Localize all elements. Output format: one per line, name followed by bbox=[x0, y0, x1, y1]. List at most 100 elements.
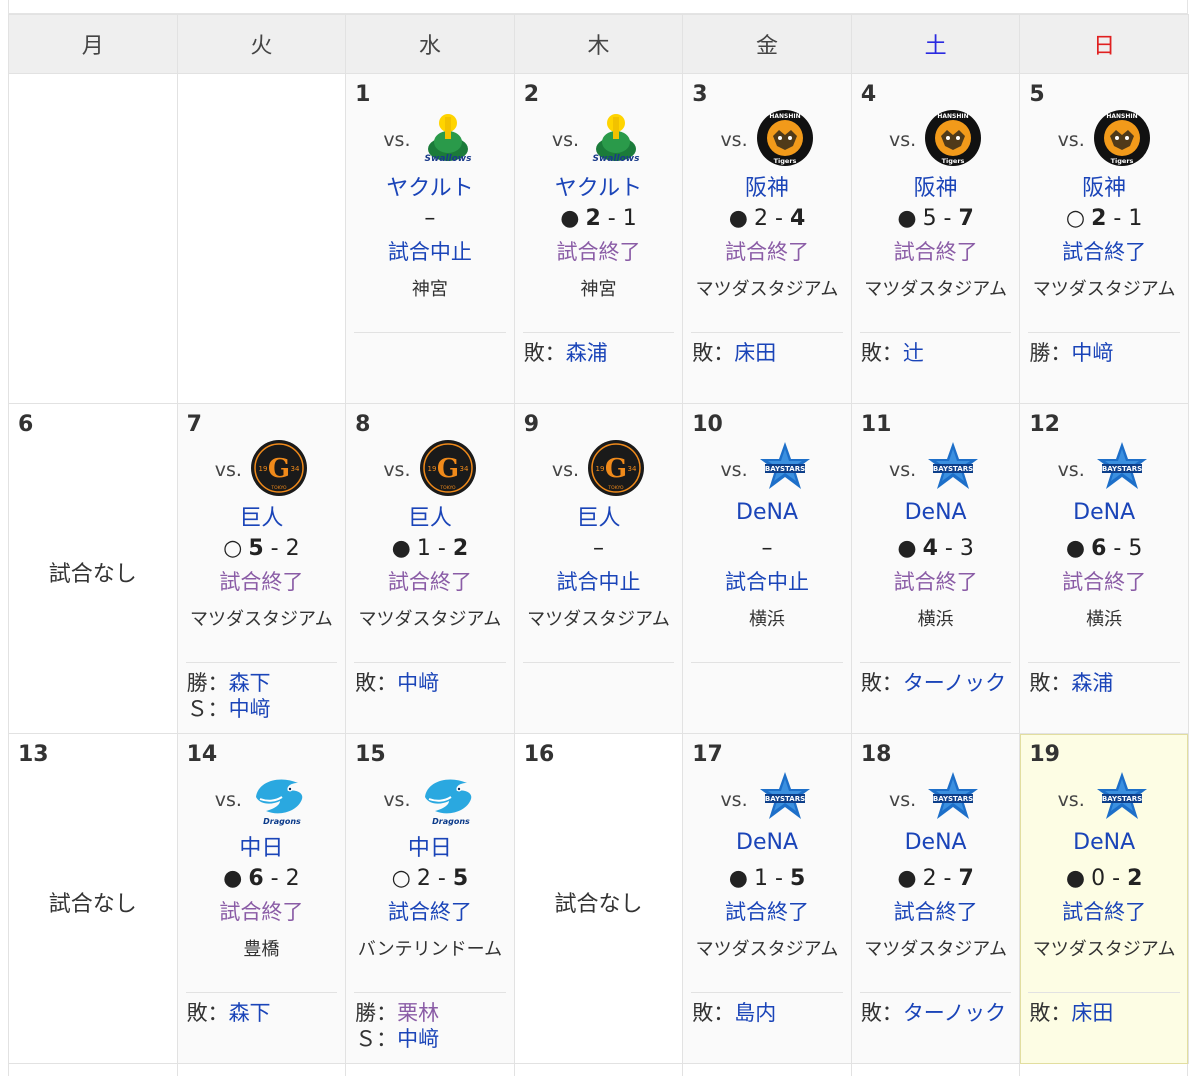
swallows-logo-icon[interactable]: Swallows bbox=[587, 109, 645, 167]
pitcher-name-link[interactable]: 森下 bbox=[229, 671, 271, 695]
baystars-logo-icon[interactable]: BAYSTARS bbox=[1093, 439, 1151, 497]
day-cell-content: 2 vs. Swallows ヤクルト ● 2 - 1 試合終了 神宮 敗：森浦 bbox=[515, 74, 683, 403]
opponent-team-link[interactable]: 阪神 bbox=[852, 170, 1020, 202]
opponent-team-link[interactable]: 中日 bbox=[178, 830, 346, 862]
pitcher-line: 敗：森下 bbox=[187, 1000, 338, 1026]
game-status-link[interactable]: 試合終了 bbox=[1020, 896, 1188, 926]
game-status-link[interactable]: 試合終了 bbox=[852, 566, 1020, 596]
vs-label: vs. bbox=[720, 129, 748, 151]
baystars-logo-icon[interactable]: BAYSTARS bbox=[1093, 769, 1151, 827]
pitcher-line: 敗：ターノック bbox=[861, 670, 1012, 696]
svg-text:Swallows: Swallows bbox=[593, 154, 641, 164]
baystars-logo-icon[interactable]: BAYSTARS bbox=[924, 769, 982, 827]
day-cell-content: 8 vs. G 19 34 TOKYO 巨人 ● 1 - 2 試合終了 マツダスタジアム 敗：中﨑 bbox=[346, 404, 514, 733]
giants-logo-icon[interactable]: G 19 34 TOKYO bbox=[587, 439, 645, 497]
day-cell-content: 9 vs. G 19 34 TOKYO 巨人 – 試合中止 マツダスタジアム bbox=[515, 404, 683, 733]
cell-divider bbox=[859, 662, 1012, 663]
opponent-team-link[interactable]: DeNA bbox=[683, 500, 851, 525]
svg-text:BAYSTARS: BAYSTARS bbox=[933, 465, 973, 473]
score-dash: – bbox=[592, 536, 604, 561]
pitcher-name-link[interactable]: ターノック bbox=[903, 671, 1006, 695]
pitcher-name-link[interactable]: 森浦 bbox=[566, 341, 608, 365]
venue-label: バンテリンドーム bbox=[357, 939, 503, 960]
cell-divider bbox=[691, 992, 843, 993]
vs-label: vs. bbox=[889, 459, 917, 481]
tigers-logo-icon[interactable]: HANSHIN Tigers bbox=[1093, 109, 1151, 167]
game-status-link[interactable]: 試合終了 bbox=[852, 896, 1020, 926]
day-number: 14 bbox=[186, 742, 218, 767]
pitcher-name-link[interactable]: 辻 bbox=[903, 341, 924, 365]
opponent-team-link[interactable]: 巨人 bbox=[346, 500, 514, 532]
giants-logo-icon[interactable]: G 19 34 TOKYO bbox=[419, 439, 477, 497]
opponent-team-link[interactable]: 中日 bbox=[346, 830, 514, 862]
weekday-mon: 月 bbox=[8, 14, 178, 74]
pitcher-results: 敗：ターノック bbox=[861, 1000, 1012, 1026]
baystars-logo-icon[interactable]: BAYSTARS bbox=[924, 439, 982, 497]
opponent-team-link[interactable]: DeNA bbox=[852, 830, 1020, 855]
pitcher-name-link[interactable]: 中﨑 bbox=[397, 671, 439, 695]
opponent-team-link[interactable]: 阪神 bbox=[683, 170, 851, 202]
opponent-team-link[interactable]: 巨人 bbox=[515, 500, 683, 532]
game-status-link[interactable]: 試合終了 bbox=[1020, 566, 1188, 596]
opponent-team-link[interactable]: DeNA bbox=[1020, 830, 1188, 855]
opponent-team-link[interactable]: DeNA bbox=[683, 830, 851, 855]
pitcher-name-link[interactable]: 床田 bbox=[734, 341, 776, 365]
tigers-logo-icon[interactable]: HANSHIN Tigers bbox=[924, 109, 982, 167]
score-home: 5 bbox=[922, 206, 937, 231]
baystars-logo-icon[interactable]: BAYSTARS bbox=[756, 439, 814, 497]
score-away: 1 bbox=[622, 206, 637, 231]
dragons-logo-icon[interactable]: Dragons bbox=[419, 769, 477, 827]
pitcher-name-link[interactable]: 中﨑 bbox=[397, 1027, 439, 1051]
score-home: 2 bbox=[585, 206, 601, 231]
score-line: – bbox=[515, 536, 683, 561]
game-status-link[interactable]: 試合終了 bbox=[683, 896, 851, 926]
calendar-page: 月 火 水 木 金 土 日 1 vs. Swallows ヤクルト – 試合中止 神宮 2 vs… bbox=[0, 0, 1196, 1076]
giants-logo-icon[interactable]: G 19 34 TOKYO bbox=[250, 439, 308, 497]
swallows-logo-icon[interactable]: Swallows bbox=[419, 109, 477, 167]
pitcher-name-link[interactable]: 床田 bbox=[1071, 1001, 1113, 1025]
baystars-logo-icon[interactable]: BAYSTARS bbox=[756, 769, 814, 827]
matchup-row: vs. BAYSTARS bbox=[852, 768, 1020, 828]
game-status-link[interactable]: 試合中止 bbox=[346, 236, 514, 266]
game-status-link[interactable]: 試合終了 bbox=[178, 566, 346, 596]
svg-text:34: 34 bbox=[459, 465, 468, 473]
game-status-link[interactable]: 試合終了 bbox=[346, 566, 514, 596]
pitcher-name-link[interactable]: 島内 bbox=[734, 1001, 776, 1025]
column-edge-line bbox=[176, 1064, 178, 1076]
pitcher-name-link[interactable]: 中﨑 bbox=[1071, 341, 1113, 365]
svg-text:TOKYO: TOKYO bbox=[270, 485, 287, 491]
game-status-link[interactable]: 試合中止 bbox=[515, 566, 683, 596]
opponent-team-link[interactable]: DeNA bbox=[1020, 500, 1188, 525]
score-line: ● 2 - 4 bbox=[728, 206, 806, 231]
game-status-link[interactable]: 試合終了 bbox=[178, 896, 346, 926]
game-status-link[interactable]: 試合終了 bbox=[683, 236, 851, 266]
pitcher-name-link[interactable]: ターノック bbox=[903, 1001, 1006, 1025]
game-status-link[interactable]: 試合中止 bbox=[683, 566, 851, 596]
opponent-team-link[interactable]: ヤクルト bbox=[346, 170, 514, 202]
game-status-link[interactable]: 試合終了 bbox=[346, 896, 514, 926]
tigers-logo-icon[interactable]: HANSHIN Tigers bbox=[756, 109, 814, 167]
pitcher-name-link[interactable]: 栗林 bbox=[397, 1001, 439, 1025]
game-status-link[interactable]: 試合終了 bbox=[1020, 236, 1188, 266]
pitcher-name-link[interactable]: 森下 bbox=[229, 1001, 271, 1025]
week-row: 1 vs. Swallows ヤクルト – 試合中止 神宮 2 vs. Swallows ヤクルト ●… bbox=[8, 73, 1189, 404]
svg-text:34: 34 bbox=[290, 465, 299, 473]
no-game-label: 試合なし bbox=[554, 892, 643, 917]
game-status-link[interactable]: 試合終了 bbox=[515, 236, 683, 266]
opponent-team-link[interactable]: DeNA bbox=[852, 500, 1020, 525]
opponent-team-link[interactable]: ヤクルト bbox=[515, 170, 683, 202]
pitcher-name-link[interactable]: 中﨑 bbox=[229, 697, 271, 721]
opponent-team-link[interactable]: 阪神 bbox=[1020, 170, 1188, 202]
cell-divider bbox=[354, 662, 506, 663]
vs-label: vs. bbox=[720, 459, 748, 481]
pitcher-name-link[interactable]: 森浦 bbox=[1071, 671, 1113, 695]
cell-divider bbox=[1028, 662, 1180, 663]
opponent-team-link[interactable]: 巨人 bbox=[178, 500, 346, 532]
day-number: 19 bbox=[1029, 742, 1060, 767]
game-status-link[interactable]: 試合終了 bbox=[852, 236, 1020, 266]
dragons-logo-icon[interactable]: Dragons bbox=[250, 769, 308, 827]
day-cell-content: 13 試合なし bbox=[9, 734, 177, 1063]
svg-text:G: G bbox=[268, 454, 290, 484]
day-cell-content: 16 試合なし bbox=[515, 734, 683, 1063]
column-edge-line bbox=[345, 1064, 347, 1076]
